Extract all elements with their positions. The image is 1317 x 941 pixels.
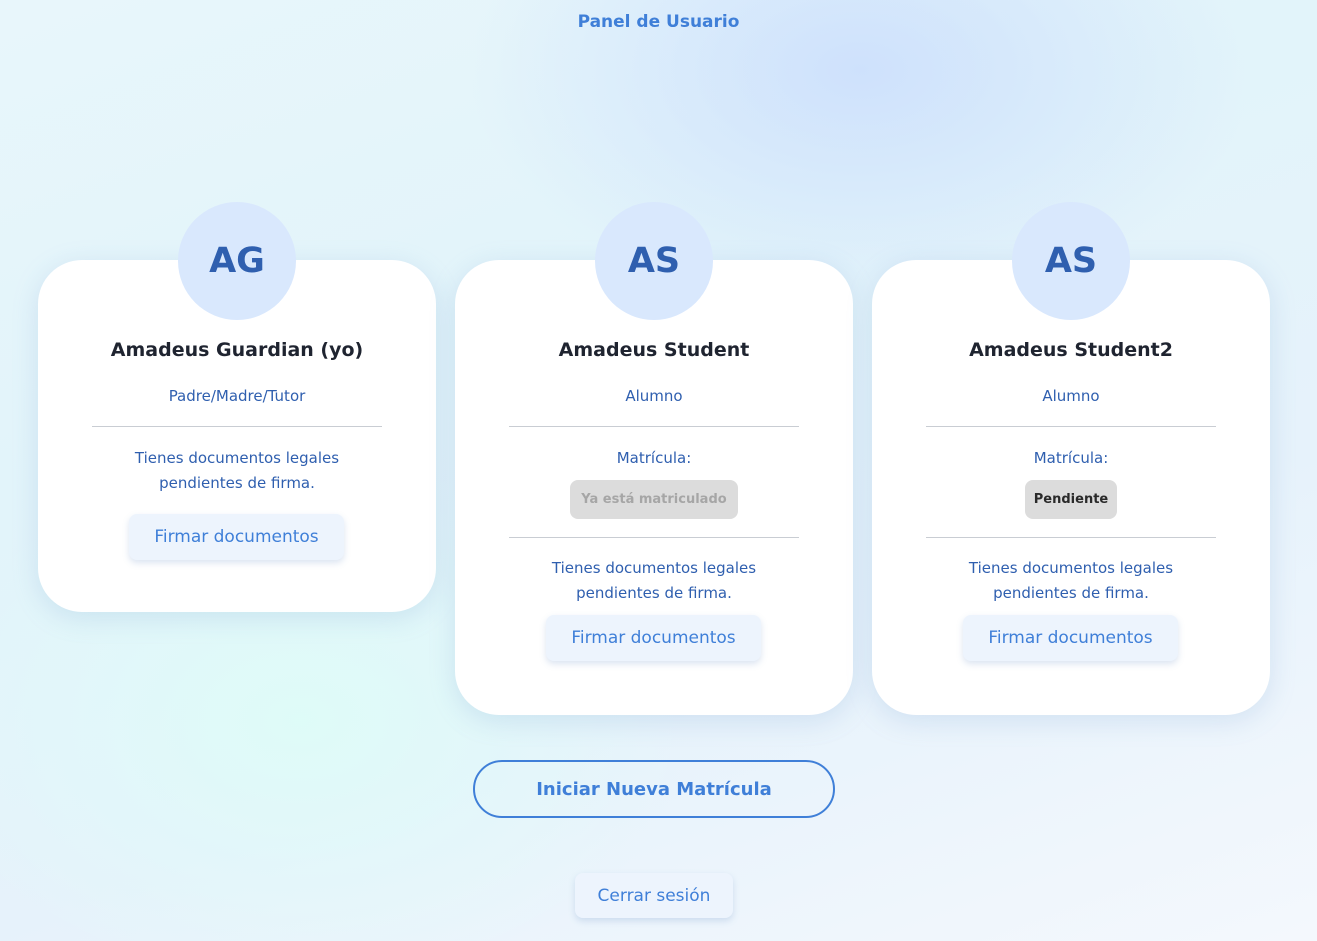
- user-role: Alumno: [1042, 387, 1100, 405]
- sign-documents-button[interactable]: Firmar documentos: [129, 514, 344, 560]
- divider: [926, 537, 1216, 538]
- divider: [509, 426, 799, 427]
- sign-documents-button[interactable]: Firmar documentos: [546, 615, 761, 661]
- sign-documents-button[interactable]: Firmar documentos: [963, 615, 1178, 661]
- avatar: AG: [178, 202, 296, 320]
- pending-docs-text: Tienes documentos legales pendientes de …: [551, 559, 757, 602]
- pending-docs-text: Tienes documentos legales pendientes de …: [968, 559, 1174, 602]
- user-card-student: AS Amadeus Student Alumno Matrícula: Ya …: [455, 202, 853, 715]
- enrollment-status-badge: Ya está matriculado: [570, 480, 738, 519]
- logout-button[interactable]: Cerrar sesión: [575, 873, 733, 918]
- enrollment-status-badge: Pendiente: [1025, 480, 1117, 519]
- divider: [926, 426, 1216, 427]
- page-title: Panel de Usuario: [577, 12, 740, 32]
- enrollment-label: Matrícula:: [616, 449, 692, 467]
- divider: [509, 537, 799, 538]
- avatar: AS: [595, 202, 713, 320]
- divider: [92, 426, 382, 427]
- avatar: AS: [1012, 202, 1130, 320]
- new-enrollment-button[interactable]: Iniciar Nueva Matrícula: [473, 760, 835, 818]
- pending-docs-text: Tienes documentos legales pendientes de …: [134, 449, 340, 492]
- user-name: Amadeus Guardian (yo): [110, 339, 364, 361]
- user-card-student2: AS Amadeus Student2 Alumno Matrícula: Pe…: [872, 202, 1270, 715]
- user-name: Amadeus Student2: [969, 339, 1173, 361]
- enrollment-label: Matrícula:: [1033, 449, 1109, 467]
- user-role: Alumno: [625, 387, 683, 405]
- user-role: Padre/Madre/Tutor: [168, 387, 306, 405]
- user-name: Amadeus Student: [558, 339, 750, 361]
- user-card-guardian: AG Amadeus Guardian (yo) Padre/Madre/Tut…: [38, 202, 436, 612]
